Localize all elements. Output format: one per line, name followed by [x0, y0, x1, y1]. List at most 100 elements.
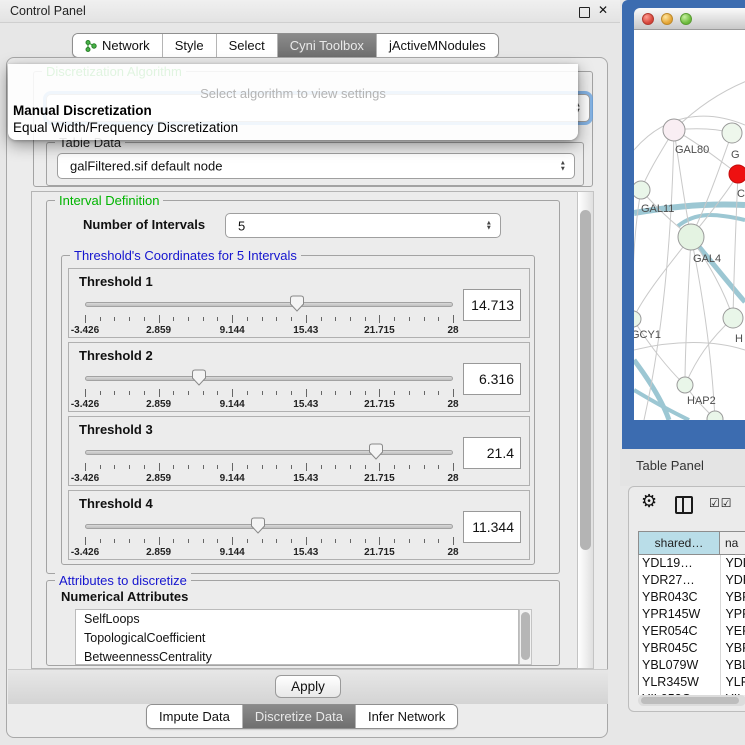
slider-tick — [232, 315, 233, 323]
cell-name[interactable]: YDL1 — [720, 555, 745, 572]
tab-select[interactable]: Select — [217, 34, 278, 57]
slider-thumb[interactable] — [192, 369, 207, 386]
node-gal80[interactable] — [663, 119, 685, 141]
option-manual-discretization[interactable]: Manual Discretization — [8, 102, 578, 119]
cell-shared-name[interactable]: YDR27… — [639, 572, 720, 589]
tab-jactivemnodules[interactable]: jActiveMNodules — [377, 34, 498, 57]
slider-thumb[interactable] — [290, 295, 305, 312]
split-columns-icon[interactable] — [675, 496, 693, 514]
minimize-traffic-light-icon[interactable] — [661, 13, 673, 25]
gear-icon[interactable]: ⚙ — [641, 491, 657, 512]
threshold-slider[interactable]: -3.4262.8599.14415.4321.71528 — [85, 369, 453, 411]
table-hscrollbar-thumb[interactable] — [641, 697, 739, 704]
tab-discretize-data[interactable]: Discretize Data — [243, 705, 356, 728]
cell-name[interactable]: YPR1 — [720, 606, 745, 623]
table-row[interactable]: YLR345WYLR3 — [639, 674, 745, 691]
cell-name[interactable]: YER0 — [720, 623, 745, 640]
apply-button[interactable]: Apply — [275, 675, 341, 698]
table-row[interactable]: YBL079WYBL0 — [639, 657, 745, 674]
numerical-attributes-list[interactable]: SelfLoopsTopologicalCoefficientBetweenne… — [75, 609, 519, 665]
tab-style[interactable]: Style — [163, 34, 217, 57]
attribute-list-item[interactable]: TopologicalCoefficient — [76, 629, 518, 648]
table-hscrollbar[interactable] — [638, 695, 745, 706]
cell-name[interactable]: YDR2 — [720, 572, 745, 589]
threshold-value-field[interactable]: 14.713 — [463, 289, 521, 321]
column-header-name[interactable]: na — [720, 531, 745, 555]
cell-shared-name[interactable]: YER054C — [639, 623, 720, 640]
cell-shared-name[interactable]: YBR045C — [639, 640, 720, 657]
network-window: GAL80 G C GAL11 GAL4 GCY1 H HAP2 — [622, 0, 745, 449]
slider-tick — [232, 537, 233, 545]
threshold-slider[interactable]: -3.4262.8599.14415.4321.71528 — [85, 295, 453, 337]
column-header-shared-name[interactable]: shared… — [638, 531, 720, 555]
cell-shared-name[interactable]: YPR145W — [639, 606, 720, 623]
attribute-list-item[interactable]: SelfLoops — [76, 610, 518, 629]
threshold-slider[interactable]: -3.4262.8599.14415.4321.71528 — [85, 517, 453, 559]
slider-tick — [453, 389, 454, 397]
slider-tick — [114, 465, 115, 469]
node-hap2[interactable] — [677, 377, 693, 393]
attributes-scrollbar[interactable] — [519, 609, 532, 665]
table-data-combobox[interactable]: galFiltered.sif default node ▲▼ — [57, 153, 575, 179]
node-partial-bottom[interactable] — [707, 411, 723, 420]
table-row[interactable]: YER054CYER0 — [639, 623, 745, 640]
slider-track[interactable] — [85, 302, 453, 307]
cell-shared-name[interactable]: YBL079W — [639, 657, 720, 674]
threshold-slider[interactable]: -3.4262.8599.14415.4321.71528 — [85, 443, 453, 485]
table-row[interactable]: YPR145WYPR1 — [639, 606, 745, 623]
cell-shared-name[interactable]: YLR345W — [639, 674, 720, 691]
slider-tick-label: 15.43 — [293, 399, 318, 410]
cell-shared-name[interactable]: YBR043C — [639, 589, 720, 606]
cyni-mode-tabs: Impute Data Discretize Data Infer Networ… — [146, 704, 458, 729]
tab-style-label: Style — [175, 38, 204, 53]
node-unlabeled[interactable] — [722, 123, 742, 143]
float-window-icon[interactable] — [579, 7, 590, 18]
node-gal4[interactable] — [678, 224, 704, 250]
table-row[interactable]: YDL19…YDL1 — [639, 555, 745, 572]
cell-name[interactable]: YLR3 — [720, 674, 745, 691]
tab-network-label: Network — [102, 38, 150, 53]
option-equal-width-frequency[interactable]: Equal Width/Frequency Discretization — [8, 119, 578, 136]
slider-thumb[interactable] — [368, 443, 383, 460]
slider-tick-label: 15.43 — [293, 325, 318, 336]
panel-scrollbar[interactable] — [577, 191, 594, 669]
attributes-scrollbar-thumb[interactable] — [521, 612, 530, 660]
cell-name[interactable]: YBR0 — [720, 589, 745, 606]
num-intervals-combobox[interactable]: 5 ▲▼ — [225, 213, 501, 238]
zoom-traffic-light-icon[interactable] — [680, 13, 692, 25]
cell-shared-name[interactable]: YDL19… — [639, 555, 720, 572]
network-canvas[interactable]: GAL80 G C GAL11 GAL4 GCY1 H HAP2 — [634, 30, 745, 420]
node-label-hap2: HAP2 — [687, 395, 716, 407]
node-h[interactable] — [723, 308, 743, 328]
slider-tick — [188, 539, 189, 543]
slider-track[interactable] — [85, 376, 453, 381]
tab-impute-data[interactable]: Impute Data — [147, 705, 243, 728]
threshold-value-field[interactable]: 11.344 — [463, 511, 521, 543]
close-icon[interactable]: ✕ — [598, 3, 608, 17]
tab-cyni-toolbox[interactable]: Cyni Toolbox — [278, 34, 377, 57]
select-columns-icon[interactable]: ☑☑ — [709, 496, 733, 510]
slider-tick — [291, 391, 292, 395]
interval-definition-title: Interval Definition — [55, 193, 163, 208]
slider-track[interactable] — [85, 524, 453, 529]
table-row[interactable]: YDR27…YDR2 — [639, 572, 745, 589]
table-row[interactable]: YBR043CYBR0 — [639, 589, 745, 606]
attribute-list-item[interactable]: BetweennessCentrality — [76, 648, 518, 665]
slider-tick-label: 2.859 — [146, 325, 171, 336]
node-red-selected[interactable] — [729, 165, 745, 183]
threshold-value-field[interactable]: 21.4 — [463, 437, 521, 469]
tab-infer-network[interactable]: Infer Network — [356, 705, 457, 728]
slider-track[interactable] — [85, 450, 453, 455]
slider-thumb[interactable] — [250, 517, 265, 534]
cell-name[interactable]: YBR0 — [720, 640, 745, 657]
network-window-titlebar[interactable] — [634, 8, 745, 30]
panel-scrollbar-thumb[interactable] — [580, 210, 591, 550]
table-row[interactable]: YBR045CYBR0 — [639, 640, 745, 657]
node-gal11[interactable] — [634, 181, 650, 199]
node-gcy1[interactable] — [634, 311, 641, 327]
table-body[interactable]: YDL19…YDL1YDR27…YDR2YBR043CYBR0YPR145WYP… — [638, 555, 745, 695]
threshold-value-field[interactable]: 6.316 — [463, 363, 521, 395]
cell-name[interactable]: YBL0 — [720, 657, 745, 674]
close-traffic-light-icon[interactable] — [642, 13, 654, 25]
tab-network[interactable]: Network — [73, 34, 163, 57]
